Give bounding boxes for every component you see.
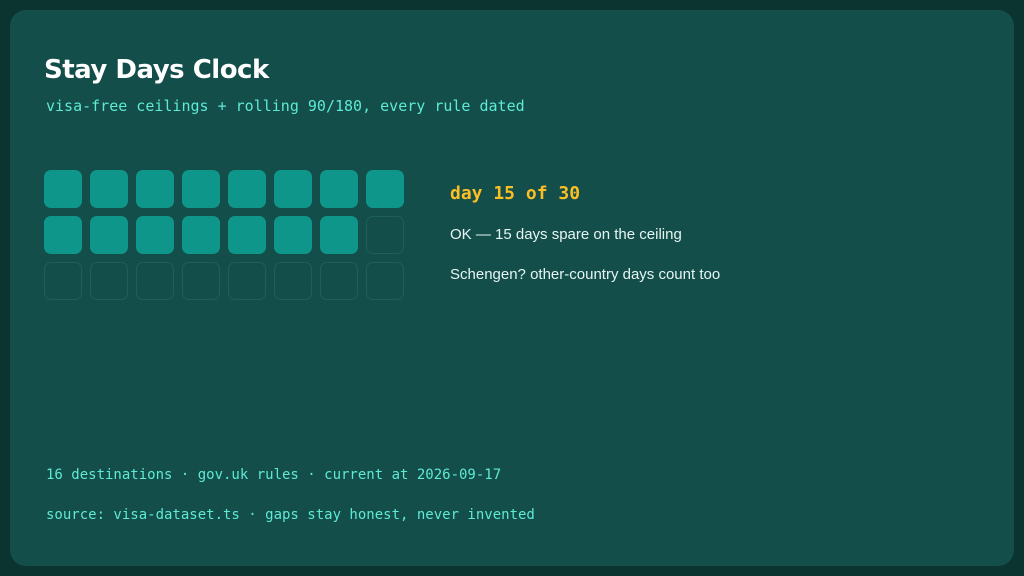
day-cell-used	[274, 170, 312, 208]
day-cell-remaining	[182, 262, 220, 300]
page-title: Stay Days Clock	[44, 55, 269, 85]
day-cell-used	[44, 216, 82, 254]
status-message: OK — 15 days spare on the ceiling	[450, 226, 682, 243]
day-cell-used	[320, 216, 358, 254]
footer-info: 16 destinations · gov.uk rules · current…	[46, 467, 502, 483]
day-cell-remaining	[90, 262, 128, 300]
day-cell-used	[366, 170, 404, 208]
day-cell-used	[90, 216, 128, 254]
day-cell-used	[228, 170, 266, 208]
day-grid	[44, 170, 406, 300]
day-cell-used	[44, 170, 82, 208]
footer-source: source: visa-dataset.ts · gaps stay hone…	[46, 507, 535, 523]
day-cell-used	[136, 170, 174, 208]
day-cell-remaining	[274, 262, 312, 300]
day-cell-remaining	[228, 262, 266, 300]
page-subtitle: visa-free ceilings + rolling 90/180, eve…	[46, 97, 525, 115]
day-cell-used	[228, 216, 266, 254]
day-cell-remaining	[366, 262, 404, 300]
schengen-note: Schengen? other-country days count too	[450, 266, 721, 283]
day-cell-used	[90, 170, 128, 208]
day-cell-remaining	[366, 216, 404, 254]
day-cell-used	[136, 216, 174, 254]
day-cell-remaining	[320, 262, 358, 300]
day-cell-used	[182, 170, 220, 208]
day-cell-used	[320, 170, 358, 208]
day-cell-used	[274, 216, 312, 254]
day-cell-used	[182, 216, 220, 254]
day-cell-remaining	[136, 262, 174, 300]
stay-days-card: Stay Days Clock visa-free ceilings + rol…	[10, 10, 1014, 566]
day-counter: day 15 of 30	[450, 183, 581, 204]
day-cell-remaining	[44, 262, 82, 300]
